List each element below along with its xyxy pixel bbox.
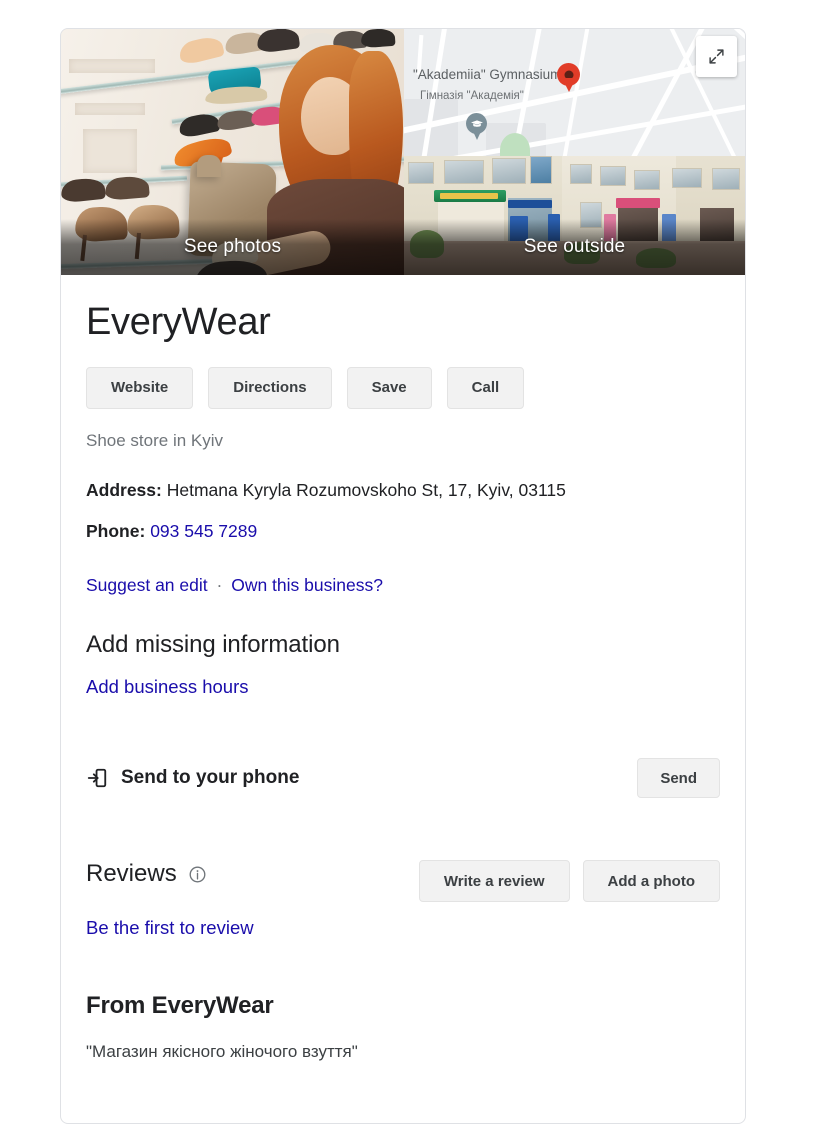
send-to-phone-label: Send to your phone (121, 767, 300, 789)
address-value: Hetmana Kyryla Rozumovskoho St, 17, Kyiv… (166, 479, 566, 500)
add-missing-information-heading: Add missing information (86, 631, 340, 659)
expand-arrows-glyph (709, 49, 724, 64)
store-photo[interactable]: See photos (61, 29, 404, 275)
write-a-review-button[interactable]: Write a review (418, 860, 570, 903)
send-to-device-icon (87, 768, 107, 788)
panel-body: EveryWear Website Directions Save Call S… (61, 301, 745, 1062)
phone-link[interactable]: 093 545 7289 (150, 521, 257, 541)
map-label-main: "Akademiia" Gymnasium (413, 67, 562, 82)
action-button-row: Website Directions Save Call (86, 366, 720, 409)
map-thumbnail[interactable]: "Akademiia" Gymnasium Гімназія "Академія… (404, 29, 745, 156)
business-knowledge-panel: See photos "Akademiia" Gymnasium Гімназі… (60, 28, 746, 1124)
own-this-business-link[interactable]: Own this business? (231, 575, 383, 595)
from-business-heading: From EveryWear (86, 992, 274, 1020)
school-graduation-cap-icon (466, 113, 487, 134)
street-view-thumbnail[interactable]: See outside (404, 156, 745, 275)
expand-icon[interactable] (696, 36, 737, 77)
reviews-header-row: Reviews Write a review Add a photo (86, 860, 720, 903)
phone-label: Phone: (86, 521, 146, 542)
send-button[interactable]: Send (637, 758, 720, 799)
be-first-to-review-link[interactable]: Be the first to review (86, 917, 254, 938)
address-row: Address: Hetmana Kyryla Rozumovskoho St,… (86, 479, 720, 503)
pin-center-dot (564, 70, 573, 79)
see-outside-label[interactable]: See outside (404, 219, 745, 275)
add-business-hours-link[interactable]: Add business hours (86, 676, 249, 697)
save-button[interactable]: Save (346, 366, 432, 409)
suggest-an-edit-link[interactable]: Suggest an edit (86, 575, 208, 595)
edit-links-row: Suggest an edit · Own this business? (86, 575, 720, 596)
map-pin-icon (557, 63, 580, 86)
info-icon[interactable] (188, 865, 207, 884)
send-to-phone-row: Send to your phone Send (86, 758, 720, 799)
reviews-heading: Reviews (86, 860, 177, 888)
be-first-to-review-row: Be the first to review (86, 917, 720, 939)
phone-row: Phone: 093 545 7289 (86, 520, 720, 544)
business-category: Shoe store in Kyiv (86, 430, 224, 450)
map-label-sub: Гімназія "Академія" (420, 90, 524, 102)
cap-glyph (470, 119, 483, 127)
add-a-photo-button[interactable]: Add a photo (582, 860, 720, 903)
map-and-street-column: "Akademiia" Gymnasium Гімназія "Академія… (404, 29, 745, 275)
website-button[interactable]: Website (86, 366, 194, 409)
send-to-phone-label-group[interactable]: Send to your phone (86, 767, 299, 789)
page-title: EveryWear (86, 301, 271, 343)
map-background: "Akademiia" Gymnasium Гімназія "Академія… (404, 29, 745, 156)
review-action-buttons: Write a review Add a photo (418, 860, 720, 903)
address-label: Address: (86, 479, 162, 500)
see-photos-label[interactable]: See photos (61, 219, 404, 275)
media-strip: See photos "Akademiia" Gymnasium Гімназі… (61, 29, 745, 275)
call-button[interactable]: Call (446, 366, 525, 409)
directions-button[interactable]: Directions (208, 366, 332, 409)
from-business-quote: "Магазин якісного жіночого взуття" (86, 1042, 358, 1062)
link-separator: · (216, 575, 223, 596)
reviews-heading-group: Reviews (86, 860, 207, 888)
add-business-hours-row: Add business hours (86, 676, 720, 698)
